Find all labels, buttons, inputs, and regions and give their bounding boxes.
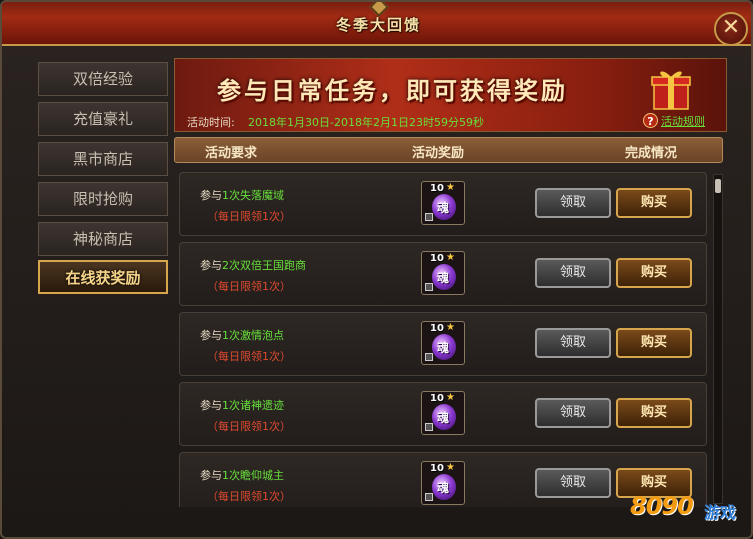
claim-button[interactable]: 领取 <box>535 188 611 218</box>
claim-button[interactable]: 领取 <box>535 468 611 498</box>
task-row: 参与1次诸神遗迹 （每日限领1次） 10 ★ 魂 领取 购买 <box>179 382 707 446</box>
task-requirement: 参与2次双倍王国跑商 <box>200 259 306 272</box>
task-limit: （每日限领1次） <box>207 280 291 293</box>
reward-item[interactable]: 10 ★ 魂 <box>421 461 465 505</box>
watermark-word: 游戏 <box>704 503 737 522</box>
column-status: 完成情况 <box>625 146 678 161</box>
buy-button[interactable]: 购买 <box>616 398 692 428</box>
reward-item[interactable]: 10 ★ 魂 <box>421 321 465 365</box>
event-time-label: 活动时间: <box>187 116 235 129</box>
reward-count: 10 <box>430 463 444 474</box>
reward-glyph: 魂 <box>437 341 450 355</box>
column-requirement: 活动要求 <box>205 146 258 161</box>
window-title: 冬季大回馈 <box>335 16 421 34</box>
task-limit: （每日限领1次） <box>207 420 291 433</box>
event-banner: 参与日常任务，即可获得奖励 活动时间: 2018年1月30日-2018年2月1日… <box>174 58 727 132</box>
star-icon: ★ <box>446 322 455 333</box>
event-time-value: 2018年1月30日-2018年2月1日23时59分59秒 <box>248 116 484 129</box>
task-limit: （每日限领1次） <box>207 490 291 503</box>
star-icon: ★ <box>446 392 455 403</box>
reward-count: 10 <box>430 183 444 194</box>
reward-glyph: 魂 <box>437 201 450 215</box>
star-icon: ★ <box>446 182 455 193</box>
site-watermark: 8090 游戏 <box>630 492 750 532</box>
close-icon: ✕ <box>721 15 741 40</box>
bound-lock-icon <box>425 283 433 291</box>
title-bar: 冬季大回馈 <box>2 2 751 46</box>
reward-count: 10 <box>430 393 444 404</box>
task-row: 参与2次双倍王国跑商 （每日限领1次） 10 ★ 魂 领取 购买 <box>179 242 707 306</box>
scrollbar-thumb[interactable] <box>715 179 721 193</box>
task-requirement: 参与1次激情泡点 <box>200 329 284 342</box>
sidebar-item-double-exp[interactable]: 双倍经验 <box>38 62 168 96</box>
rules-link-label: 活动规则 <box>661 115 705 128</box>
list-scrollbar[interactable] <box>713 174 723 504</box>
sidebar-item-recharge-gifts[interactable]: 充值豪礼 <box>38 102 168 136</box>
game-window: 冬季大回馈 ✕ 双倍经验 充值豪礼 黑市商店 限时抢购 神秘商店 在线获奖励 参… <box>0 0 753 539</box>
task-limit: （每日限领1次） <box>207 210 291 223</box>
task-row: 参与1次瞻仰城主 （每日限领1次） 10 ★ 魂 领取 购买 <box>179 452 707 507</box>
sidebar-item-black-market[interactable]: 黑市商店 <box>38 142 168 176</box>
task-requirement: 参与1次失落魔域 <box>200 189 284 202</box>
task-requirement: 参与1次瞻仰城主 <box>200 469 284 482</box>
claim-button[interactable]: 领取 <box>535 398 611 428</box>
reward-item[interactable]: 10 ★ 魂 <box>421 391 465 435</box>
reward-item[interactable]: 10 ★ 魂 <box>421 251 465 295</box>
reward-glyph: 魂 <box>437 271 450 285</box>
sidebar: 双倍经验 充值豪礼 黑市商店 限时抢购 神秘商店 在线获奖励 <box>32 58 174 518</box>
help-icon: ? <box>643 113 658 128</box>
task-list: 参与1次失落魔域 （每日限领1次） 10 ★ 魂 领取 购买 参与2次双倍王国跑… <box>174 167 709 507</box>
column-header: 活动要求 活动奖励 完成情况 <box>174 137 723 163</box>
sidebar-item-online-rewards[interactable]: 在线获奖励 <box>38 260 168 294</box>
buy-button[interactable]: 购买 <box>616 188 692 218</box>
task-limit: （每日限领1次） <box>207 350 291 363</box>
reward-item[interactable]: 10 ★ 魂 <box>421 181 465 225</box>
star-icon: ★ <box>446 462 455 473</box>
task-row: 参与1次失落魔域 （每日限领1次） 10 ★ 魂 领取 购买 <box>179 172 707 236</box>
close-button[interactable]: ✕ <box>714 12 748 46</box>
reward-count: 10 <box>430 323 444 334</box>
task-row: 参与1次激情泡点 （每日限领1次） 10 ★ 魂 领取 购买 <box>179 312 707 376</box>
buy-button[interactable]: 购买 <box>616 328 692 358</box>
reward-glyph: 魂 <box>437 411 450 425</box>
sidebar-item-mystery-shop[interactable]: 神秘商店 <box>38 222 168 256</box>
reward-glyph: 魂 <box>437 481 450 495</box>
watermark-number: 8090 <box>630 492 694 520</box>
column-reward: 活动奖励 <box>412 146 465 161</box>
star-icon: ★ <box>446 252 455 263</box>
bound-lock-icon <box>425 493 433 501</box>
reward-count: 10 <box>430 253 444 264</box>
bound-lock-icon <box>425 353 433 361</box>
gift-box-icon <box>651 71 691 110</box>
task-requirement: 参与1次诸神遗迹 <box>200 399 284 412</box>
buy-button[interactable]: 购买 <box>616 258 692 288</box>
claim-button[interactable]: 领取 <box>535 258 611 288</box>
rules-link[interactable]: ? 活动规则 <box>643 113 705 131</box>
claim-button[interactable]: 领取 <box>535 328 611 358</box>
bound-lock-icon <box>425 213 433 221</box>
sidebar-item-flash-sale[interactable]: 限时抢购 <box>38 182 168 216</box>
banner-headline: 参与日常任务，即可获得奖励 <box>217 77 568 105</box>
bound-lock-icon <box>425 423 433 431</box>
